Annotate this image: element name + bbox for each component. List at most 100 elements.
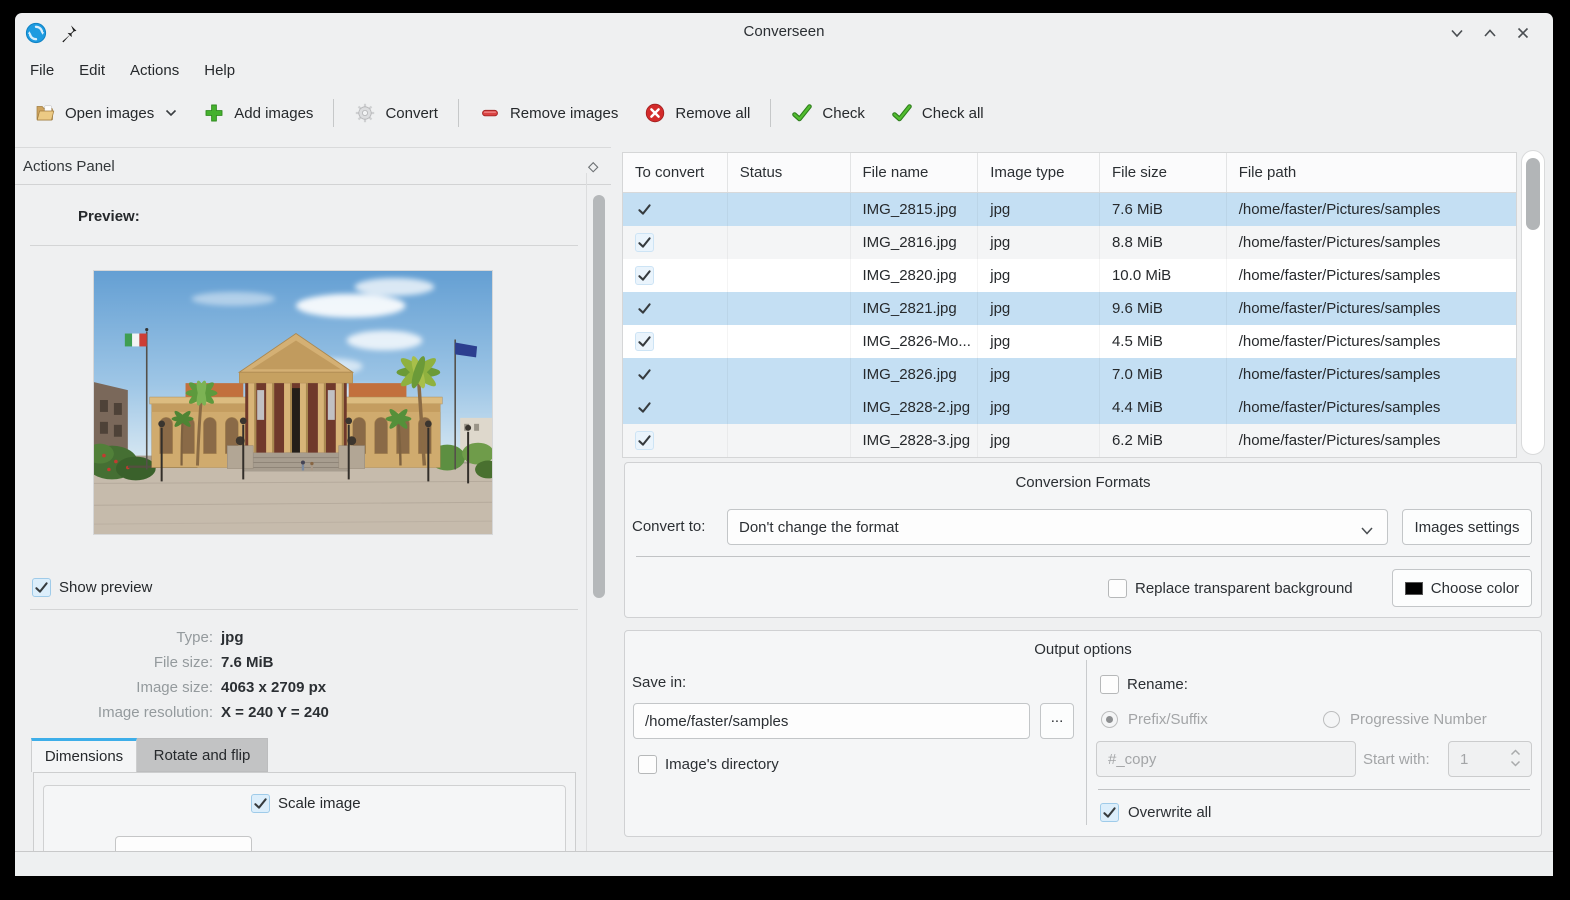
cell-status [728,193,851,226]
menu-item-help[interactable]: Help [192,56,247,85]
show-preview-checkbox[interactable] [32,578,51,597]
start-with-value: 1 [1460,751,1468,768]
conversion-formats-title: Conversion Formats [625,474,1541,491]
convert-to-combobox[interactable]: Don't change the format [727,509,1388,545]
save-in-input[interactable]: /home/faster/samples [633,703,1030,739]
toolbar-button-add-images[interactable]: Add images [190,94,326,132]
replace-background-checkbox[interactable] [1108,579,1127,598]
detail-row: Image size:4063 x 2709 px [30,678,578,697]
table-row[interactable]: IMG_2826.jpgjpg7.0 MiB/home/faster/Pictu… [623,358,1516,391]
convert-to-label: Convert to: [632,518,705,535]
folder-open-icon [34,102,56,124]
window-title: Converseen [15,23,1553,40]
rename-checkbox[interactable] [1100,675,1119,694]
start-with-spinner[interactable]: 1 [1448,741,1532,777]
width-input-partial[interactable] [115,836,252,851]
spinner-arrows-icon[interactable] [1510,749,1521,767]
overwrite-all-checkbox[interactable] [1100,803,1119,822]
cell-file-name: IMG_2820.jpg [851,259,979,292]
cell-status [728,292,851,325]
start-with-label: Start with: [1363,751,1430,768]
cell-file-size: 4.4 MiB [1100,391,1227,424]
row-checkbox[interactable] [635,233,654,252]
menu-item-file[interactable]: File [18,56,66,85]
table-row[interactable]: IMG_2820.jpgjpg10.0 MiB/home/faster/Pict… [623,259,1516,292]
divider [636,556,1530,557]
browse-button[interactable]: ... [1040,703,1074,739]
actions-panel-header[interactable]: Actions Panel [15,147,611,185]
row-checkbox[interactable] [635,431,654,450]
tab-rotate-and-flip[interactable]: Rotate and flip [137,738,268,772]
row-checkbox[interactable] [635,398,654,417]
scale-image-checkbox[interactable] [251,794,270,813]
table-row[interactable]: IMG_2816.jpgjpg8.8 MiB/home/faster/Pictu… [623,226,1516,259]
column-header-file-path[interactable]: File path [1227,153,1516,192]
save-in-value: /home/faster/samples [645,713,788,730]
show-preview-label: Show preview [59,579,152,596]
table-row[interactable]: IMG_2828-2.jpgjpg4.4 MiB/home/faster/Pic… [623,391,1516,424]
preview-image [93,270,493,535]
toolbar-button-label: Check all [922,105,984,122]
cell-image-type: jpg [978,193,1100,226]
convert-to-value: Don't change the format [739,519,899,536]
choose-color-label: Choose color [1431,580,1519,597]
cell-file-size: 8.8 MiB [1100,226,1227,259]
dock-scrollbar-track[interactable] [586,173,587,851]
chevron-down-icon [163,109,177,117]
row-checkbox[interactable] [635,332,654,351]
table-row[interactable]: IMG_2815.jpgjpg7.6 MiB/home/faster/Pictu… [623,193,1516,226]
cell-file-size: 7.6 MiB [1100,193,1227,226]
close-button[interactable] [1515,25,1531,41]
menu-item-actions[interactable]: Actions [118,56,191,85]
tabbar: DimensionsRotate and flip [31,738,268,772]
cell-file-name: IMG_2828-2.jpg [851,391,979,424]
table-scrollbar-thumb[interactable] [1526,158,1540,230]
dock-scrollbar-thumb[interactable] [593,195,605,598]
column-header-to-convert[interactable]: To convert [623,153,728,192]
cell-status [728,424,851,457]
table-row[interactable]: IMG_2821.jpgjpg9.6 MiB/home/faster/Pictu… [623,292,1516,325]
toolbar-button-label: Check [822,105,865,122]
scale-image-label: Scale image [278,795,361,812]
column-header-status[interactable]: Status [728,153,851,192]
detail-value: 4063 x 2709 px [221,679,326,696]
detail-value: jpg [221,629,244,646]
actions-panel-title: Actions Panel [23,158,115,175]
table-row[interactable]: IMG_2826-Mo...jpg4.5 MiB/home/faster/Pic… [623,325,1516,358]
toolbar-button-open-images[interactable]: Open images [21,94,190,132]
check-icon [891,102,913,124]
toolbar-separator [333,99,334,127]
replace-background-label: Replace transparent background [1135,580,1353,597]
cell-image-type: jpg [978,226,1100,259]
menu-item-edit[interactable]: Edit [67,56,117,85]
images-settings-button[interactable]: Images settings [1402,509,1532,545]
titlebar[interactable]: Converseen [15,13,1553,53]
cell-to-convert [623,226,728,259]
detail-value: 7.6 MiB [221,654,274,671]
toolbar-button-remove-images[interactable]: Remove images [466,94,631,132]
table-row[interactable]: IMG_2828-3.jpgjpg6.2 MiB/home/faster/Pic… [623,424,1516,457]
rename-pattern-input[interactable]: #_copy [1096,741,1356,777]
column-header-file-size[interactable]: File size [1100,153,1227,192]
toolbar-button-convert[interactable]: Convert [341,94,451,132]
toolbar-button-check-all[interactable]: Check all [878,94,997,132]
row-checkbox[interactable] [635,266,654,285]
cell-file-path: /home/faster/Pictures/samples [1227,358,1516,391]
detail-row: File size:7.6 MiB [30,653,578,672]
minimize-button[interactable] [1449,25,1465,41]
progressive-number-radio[interactable] [1323,711,1340,728]
prefix-suffix-radio[interactable] [1101,711,1118,728]
rename-label: Rename: [1127,676,1188,693]
toolbar-button-remove-all[interactable]: Remove all [631,94,763,132]
toolbar-button-check[interactable]: Check [778,94,878,132]
row-checkbox[interactable] [635,365,654,384]
maximize-button[interactable] [1482,25,1498,41]
row-checkbox[interactable] [635,200,654,219]
column-header-image-type[interactable]: Image type [978,153,1100,192]
images-directory-checkbox[interactable] [638,755,657,774]
dock-float-icon[interactable] [585,159,601,175]
column-header-file-name[interactable]: File name [851,153,979,192]
choose-color-button[interactable]: Choose color [1392,569,1532,607]
tab-dimensions[interactable]: Dimensions [31,738,137,772]
row-checkbox[interactable] [635,299,654,318]
